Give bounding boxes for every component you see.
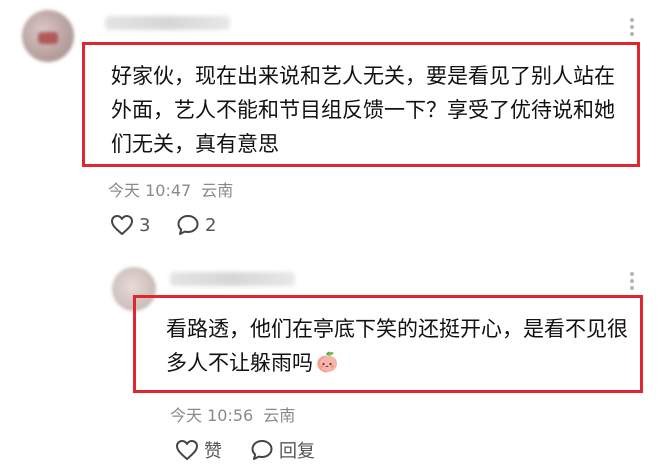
reply-text: 看路透，他们在亭底下笑的还挺开心，是看不见很多人不让躲雨吗 [166, 317, 628, 375]
like-label: 赞 [204, 441, 222, 462]
comment-highlight-box: 好家伙，现在出来说和艺人无关，要是看见了别人站在外面，艺人不能和节目组反馈一下？… [82, 42, 640, 167]
reply-location: 云南 [263, 406, 296, 425]
more-vertical-icon[interactable] [625, 272, 639, 290]
heart-icon [176, 440, 198, 460]
reply-meta: 今天 10:56 云南 [170, 402, 305, 426]
comment-time: 今天 10:47 [108, 181, 192, 200]
heart-icon [111, 215, 133, 235]
comment-bubble-icon [251, 440, 273, 460]
peach-emoji-icon [317, 351, 337, 373]
reply-time: 今天 10:56 [170, 406, 254, 425]
reply-count-button[interactable]: 2 [176, 214, 216, 236]
like-button[interactable]: 赞 [175, 437, 222, 463]
like-button[interactable]: 3 [110, 214, 150, 236]
more-vertical-icon[interactable] [625, 18, 639, 36]
comment-text: 好家伙，现在出来说和艺人无关，要是看见了别人站在外面，艺人不能和节目组反馈一下？… [111, 64, 615, 156]
username-blurred[interactable] [170, 272, 295, 286]
avatar[interactable] [22, 10, 74, 62]
comment-location: 云南 [201, 181, 234, 200]
username-blurred[interactable] [105, 16, 230, 30]
reply-text-container: 看路透，他们在亭底下笑的还挺开心，是看不见很多人不让躲雨吗 [166, 312, 636, 380]
reply-button[interactable]: 回复 [250, 437, 315, 463]
reply-label: 回复 [279, 441, 315, 462]
comment-meta: 今天 10:47 云南 [108, 177, 243, 201]
reply-count: 2 [205, 214, 217, 236]
comment-bubble-icon [177, 215, 199, 235]
reply-highlight-box: 看路透，他们在亭底下笑的还挺开心，是看不见很多人不让躲雨吗 [133, 295, 643, 393]
like-count: 3 [139, 214, 151, 236]
